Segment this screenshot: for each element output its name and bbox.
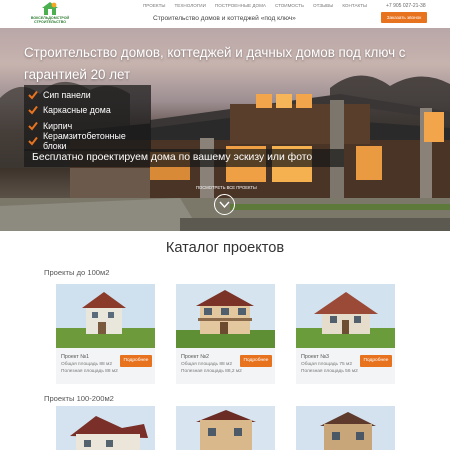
project-6-house-image	[296, 406, 395, 450]
feature-item: Керамзитобетонные блоки	[24, 131, 151, 151]
project-card[interactable]: Проект №1 Общая площадь 88 м2 Полезная п…	[56, 284, 155, 384]
details-button[interactable]: Подробнее	[360, 355, 392, 367]
project-total-area: Общая площадь 75 м2	[301, 362, 353, 367]
nav-item-built-houses[interactable]: ПОСТРОЕННЫЕ ДОМА	[215, 3, 266, 8]
feature-list: Сип панели Каркасные дома Кирпич Керамзи…	[24, 85, 151, 151]
project-image[interactable]	[56, 284, 155, 348]
hero-title: Строительство домов, коттеджей и дачных …	[24, 45, 406, 82]
project-card-partial[interactable]	[296, 406, 395, 450]
section-heading-100-200: Проекты 100-200м2	[44, 394, 114, 403]
project-useful-area: Полезная площадь 88 м2	[61, 369, 118, 374]
feature-item: Сип панели	[24, 87, 151, 103]
project-1-house-image	[56, 284, 155, 348]
chevron-down-icon	[219, 201, 230, 209]
view-all-projects-label[interactable]: ПОСМОТРЕТЬ ВСЕ ПРОЕКТЫ	[196, 185, 257, 190]
check-icon	[28, 106, 38, 115]
project-image[interactable]	[176, 284, 275, 348]
project-total-area: Общая площадь 88 м2	[181, 362, 233, 367]
project-2-house-image	[176, 284, 275, 348]
project-name: Проект №2	[181, 354, 210, 360]
house-logo-icon	[42, 2, 58, 15]
check-icon	[28, 121, 38, 131]
site-header: ВОКСЕЛЬДОМСТРОЙ СТРОИТЕЛЬСТВО ПРОЕКТЫ ТЕ…	[0, 0, 450, 28]
project-image[interactable]	[296, 284, 395, 348]
project-total-area: Общая площадь 88 м2	[61, 362, 113, 367]
project-name: Проект №1	[61, 354, 90, 360]
catalog-title: Каталог проектов	[165, 240, 285, 256]
project-card[interactable]: Проект №2 Общая площадь 88 м2 Полезная п…	[176, 284, 275, 384]
check-icon	[28, 90, 38, 100]
nav-item-projects[interactable]: ПРОЕКТЫ	[143, 3, 165, 8]
project-4-house-image	[56, 406, 155, 450]
details-button[interactable]: Подробнее	[120, 355, 152, 367]
logo-text: ВОКСЕЛЬДОМСТРОЙ СТРОИТЕЛЬСТВО	[30, 16, 70, 24]
callback-button[interactable]: Заказать звонок	[381, 12, 427, 23]
project-card-partial[interactable]	[56, 406, 155, 450]
main-nav: ПРОЕКТЫ ТЕХНОЛОГИИ ПОСТРОЕННЫЕ ДОМА СТОИ…	[143, 3, 367, 8]
project-card-partial[interactable]	[176, 406, 275, 450]
feature-label: Кирпич	[43, 120, 73, 131]
nav-item-contacts[interactable]: КОНТАКТЫ	[342, 3, 367, 8]
free-design-text: Бесплатно проектируем дома по вашему эск…	[32, 152, 313, 163]
project-3-house-image	[296, 284, 395, 348]
hero-banner: Строительство домов, коттеджей и дачных …	[0, 28, 450, 231]
project-name: Проект №3	[301, 354, 330, 360]
free-design-banner: Бесплатно проектируем дома по вашему эск…	[24, 149, 344, 167]
feature-label: Сип панели	[43, 89, 91, 100]
nav-item-reviews[interactable]: ОТЗЫВЫ	[313, 3, 333, 8]
feature-item: Каркасные дома	[24, 103, 151, 119]
nav-item-technologies[interactable]: ТЕХНОЛОГИИ	[174, 3, 205, 8]
phone-number[interactable]: +7 905 027-21-38	[386, 3, 426, 9]
feature-label: Каркасные дома	[43, 105, 111, 116]
nav-item-cost[interactable]: СТОИМОСТЬ	[275, 3, 304, 8]
details-button[interactable]: Подробнее	[240, 355, 272, 367]
scroll-down-button[interactable]	[214, 194, 235, 215]
project-5-house-image	[176, 406, 275, 450]
site-logo[interactable]: ВОКСЕЛЬДОМСТРОЙ СТРОИТЕЛЬСТВО	[30, 2, 70, 26]
header-tagline: Строительство домов и коттеджей «под клю…	[153, 15, 296, 22]
check-icon	[28, 137, 38, 146]
section-heading-up-to-100: Проекты до 100м2	[44, 268, 110, 277]
project-useful-area: Полезная площадь 56 м2	[301, 369, 358, 374]
project-card[interactable]: Проект №3 Общая площадь 75 м2 Полезная п…	[296, 284, 395, 384]
project-useful-area: Полезная площадь 88,2 м2	[181, 369, 242, 374]
